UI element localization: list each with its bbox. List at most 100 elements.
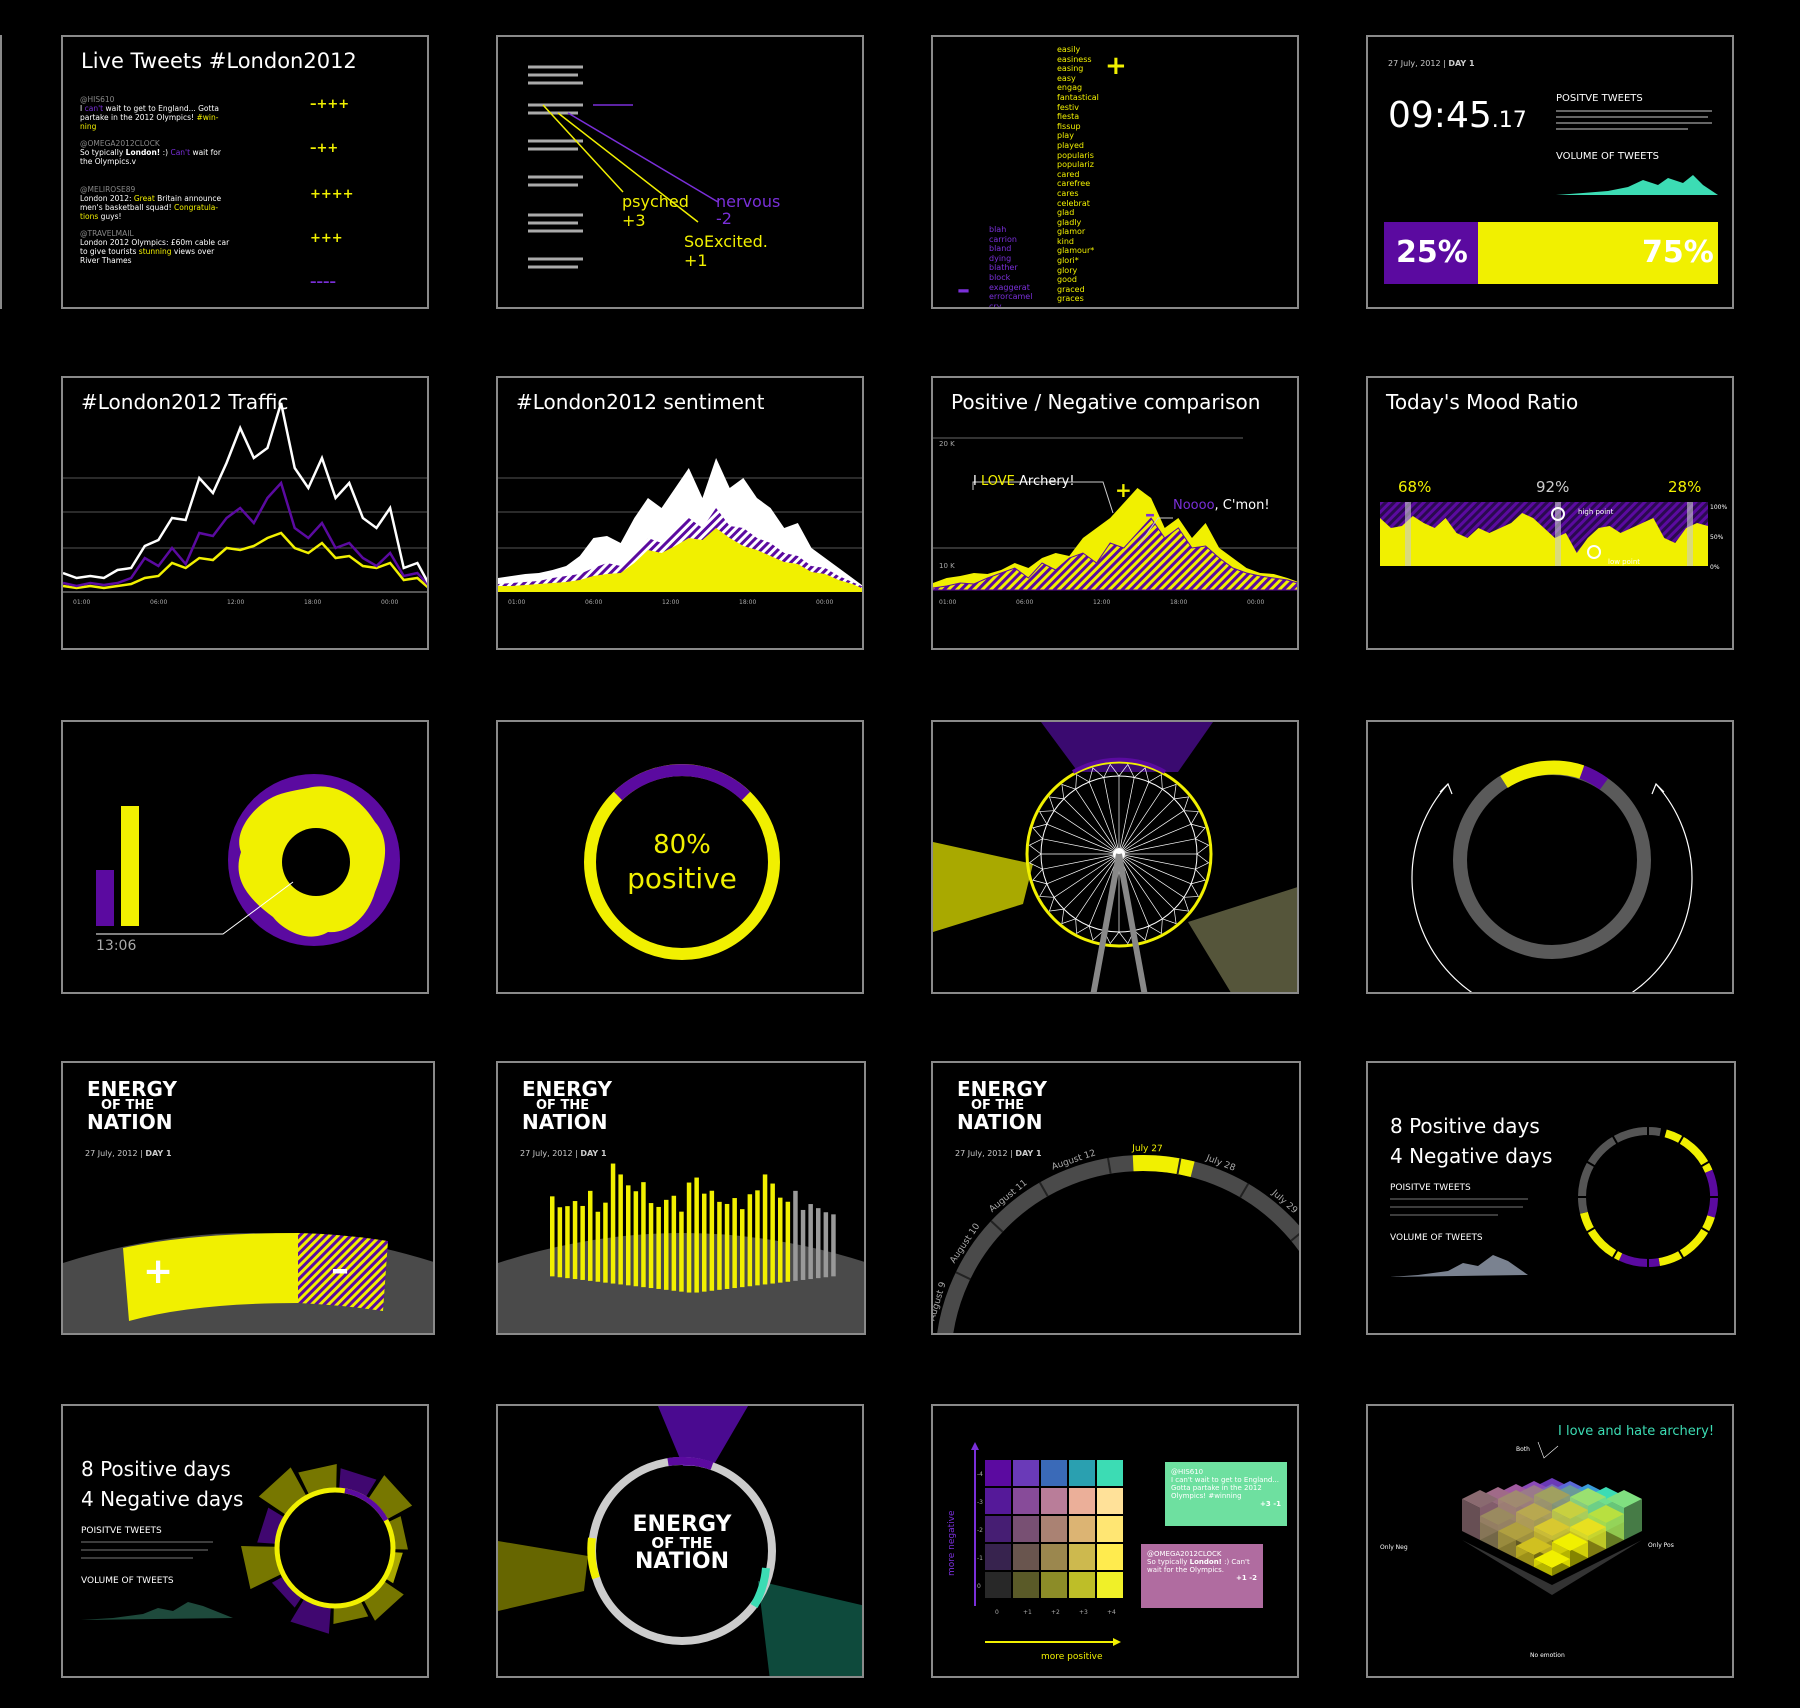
tweet-score: ++++ <box>310 187 354 202</box>
energy-bar <box>686 1182 692 1293</box>
arrow-right-icon <box>1651 782 1665 795</box>
day-spike <box>362 1580 404 1621</box>
lexicon-word: glad <box>1057 208 1075 218</box>
rotate-arrow <box>1411 783 1693 992</box>
lexicon-word: dying <box>989 253 1012 263</box>
energy-bar <box>770 1183 775 1284</box>
panel-ferris-wheel[interactable] <box>931 720 1299 994</box>
energy-bar <box>580 1205 585 1280</box>
y-tick: -2 <box>977 1527 983 1534</box>
love-archery-callout: I LOVE Archery! <box>973 474 1075 489</box>
grid-cell <box>1069 1516 1095 1542</box>
lexicon-word: cared <box>1057 169 1080 179</box>
energy-bar <box>633 1191 639 1287</box>
panel-gray-ring[interactable] <box>1366 720 1734 994</box>
lexicon-word: fantastical <box>1057 92 1099 102</box>
axis-50: 50% <box>1710 534 1724 541</box>
leg <box>1116 853 1148 992</box>
energy-bar <box>679 1211 684 1292</box>
tick-label: 01:00 <box>508 599 525 606</box>
energy-bar <box>702 1193 707 1292</box>
energy-title: ENERGY OF THE NATION <box>632 1512 732 1574</box>
energy-bar <box>747 1194 753 1287</box>
grid-cell <box>1069 1488 1095 1514</box>
truss <box>1075 918 1090 934</box>
energy-bar <box>785 1201 791 1282</box>
truss <box>1183 883 1199 898</box>
truss <box>1162 909 1177 925</box>
truss <box>1039 810 1055 825</box>
grid-cell <box>1013 1488 1039 1514</box>
tweet-item[interactable]: @OMEGA2012CLOCK So typically London! :) C… <box>80 139 230 166</box>
day-segment <box>1658 1215 1715 1266</box>
tweet-score: –++ <box>310 141 339 156</box>
day-segment <box>1578 1127 1662 1214</box>
grid-cell <box>1069 1572 1095 1598</box>
lexicon-word: kind <box>1057 236 1075 246</box>
arrow-right-icon <box>1113 1638 1121 1646</box>
negative-bar <box>96 870 114 926</box>
lexicon-word: play <box>1057 131 1074 141</box>
lexicon-word: cry <box>989 301 1002 309</box>
tweet-item[interactable]: @MELIROSE89 London 2012: Great Britain an… <box>80 185 230 221</box>
truss <box>1061 783 1076 799</box>
grid-cell <box>1069 1460 1095 1486</box>
word-lines-graphic <box>528 65 719 269</box>
panel-traffic[interactable]: #London2012 Traffic 01:00 06:00 12:00 18:00… <box>61 376 429 650</box>
lexicon-word: glori* <box>1057 256 1079 266</box>
tweet-item[interactable]: @TRAVELMAIL London 2012 Olympics: £60m ca… <box>80 229 230 265</box>
panel-days-ring[interactable]: 8 Positive days 4 Negative days POISITVE … <box>1366 1061 1736 1335</box>
energy-bar <box>740 1209 745 1288</box>
panel-days-radial[interactable]: 8 Positive days 4 Negative days POISITVE … <box>61 1404 429 1678</box>
leg <box>1090 853 1122 992</box>
tweet-item[interactable]: @HIS610 I can't wait to get to England...… <box>80 95 230 131</box>
x-tick: +3 <box>1079 1609 1088 1616</box>
panel-energy-1[interactable]: ENERGY OF THE NATION 27 July, 2012 | DAY 1… <box>61 1061 435 1335</box>
lexicon-word: easiness <box>1057 54 1092 64</box>
truss <box>1183 810 1199 825</box>
grid-cell <box>1069 1544 1095 1570</box>
date-ring <box>937 1155 1299 1333</box>
grid-cell <box>1097 1460 1123 1486</box>
panel-word-scoring[interactable]: psyched +3 nervous -2 SoExcited. +1 <box>496 35 864 309</box>
panel-sentiment[interactable]: #London2012 sentiment 01:00 06:00 12:00 18:… <box>496 376 864 650</box>
panel-ring-80[interactable]: 80% positive <box>496 720 864 994</box>
grid-cell <box>1097 1516 1123 1542</box>
tick-label: 06:00 <box>150 599 167 606</box>
axis-100: 100% <box>1710 504 1728 511</box>
tick-label: 06:00 <box>585 599 602 606</box>
y-tick: 0 <box>977 1583 981 1590</box>
days-ring <box>1390 1126 1719 1277</box>
emotion-grid: 0 +1 +2 +3 +4 -4 -3 -2 -1 0 <box>971 1442 1123 1646</box>
panel-energy-2[interactable]: ENERGY OF THE NATION 27 July, 2012 | DAY 1 <box>496 1061 866 1335</box>
lexicon-word: bland <box>989 244 1012 254</box>
panel-comparison[interactable]: Positive / Negative comparison 01:00 06:0… <box>931 376 1299 650</box>
tick-label: 00:00 <box>816 599 833 606</box>
energy-bar <box>641 1182 646 1288</box>
panel-energy-3[interactable]: ENERGY OF THE NATION 27 July, 2012 | DAY 1… <box>931 1061 1301 1335</box>
lexicon-word: celebrat <box>1057 198 1090 208</box>
series-yellow <box>63 531 427 590</box>
y-10k: 10 K <box>939 562 955 570</box>
panel-energy-ring[interactable]: ENERGY OF THE NATION <box>496 1404 864 1678</box>
lexicon-word: gladly <box>1057 217 1082 227</box>
energy-bar <box>626 1185 631 1286</box>
marker-bar <box>1687 502 1693 566</box>
x-tick: +1 <box>1023 1609 1032 1616</box>
panel-clock[interactable]: 27 July, 2012 | DAY 1 09:45.17 POSITVE T… <box>1366 35 1734 309</box>
panel-isometric[interactable]: I love and hate archery! Both Only Neg O… <box>1366 1404 1734 1678</box>
nooo-callout: Noooo, C'mon! <box>1173 498 1270 513</box>
energy-bar <box>648 1203 654 1289</box>
panel-emotion-grid[interactable]: 0 +1 +2 +3 +4 -4 -3 -2 -1 0 @HIS610 I can't wait t… <box>931 1404 1299 1678</box>
grid-cell <box>1097 1544 1123 1570</box>
label-only-neg: Only Neg <box>1380 1544 1408 1551</box>
panel-live-tweets[interactable]: Live Tweets #London2012 @HIS610 I can't w… <box>61 35 429 309</box>
energy-bar <box>755 1190 760 1286</box>
panel-mood-ratio[interactable]: Today's Mood Ratio 68% 92% 28% high poin… <box>1366 376 1734 650</box>
lexicon-word: block <box>989 272 1011 282</box>
panel-blob[interactable]: 13:06 <box>61 720 429 994</box>
plus-icon: + <box>143 1251 174 1292</box>
panel-lexicon[interactable]: easily easiness easing easy engag fantastical… <box>931 35 1299 309</box>
grid-cell <box>1013 1572 1039 1598</box>
left-edge-divider <box>0 35 2 309</box>
